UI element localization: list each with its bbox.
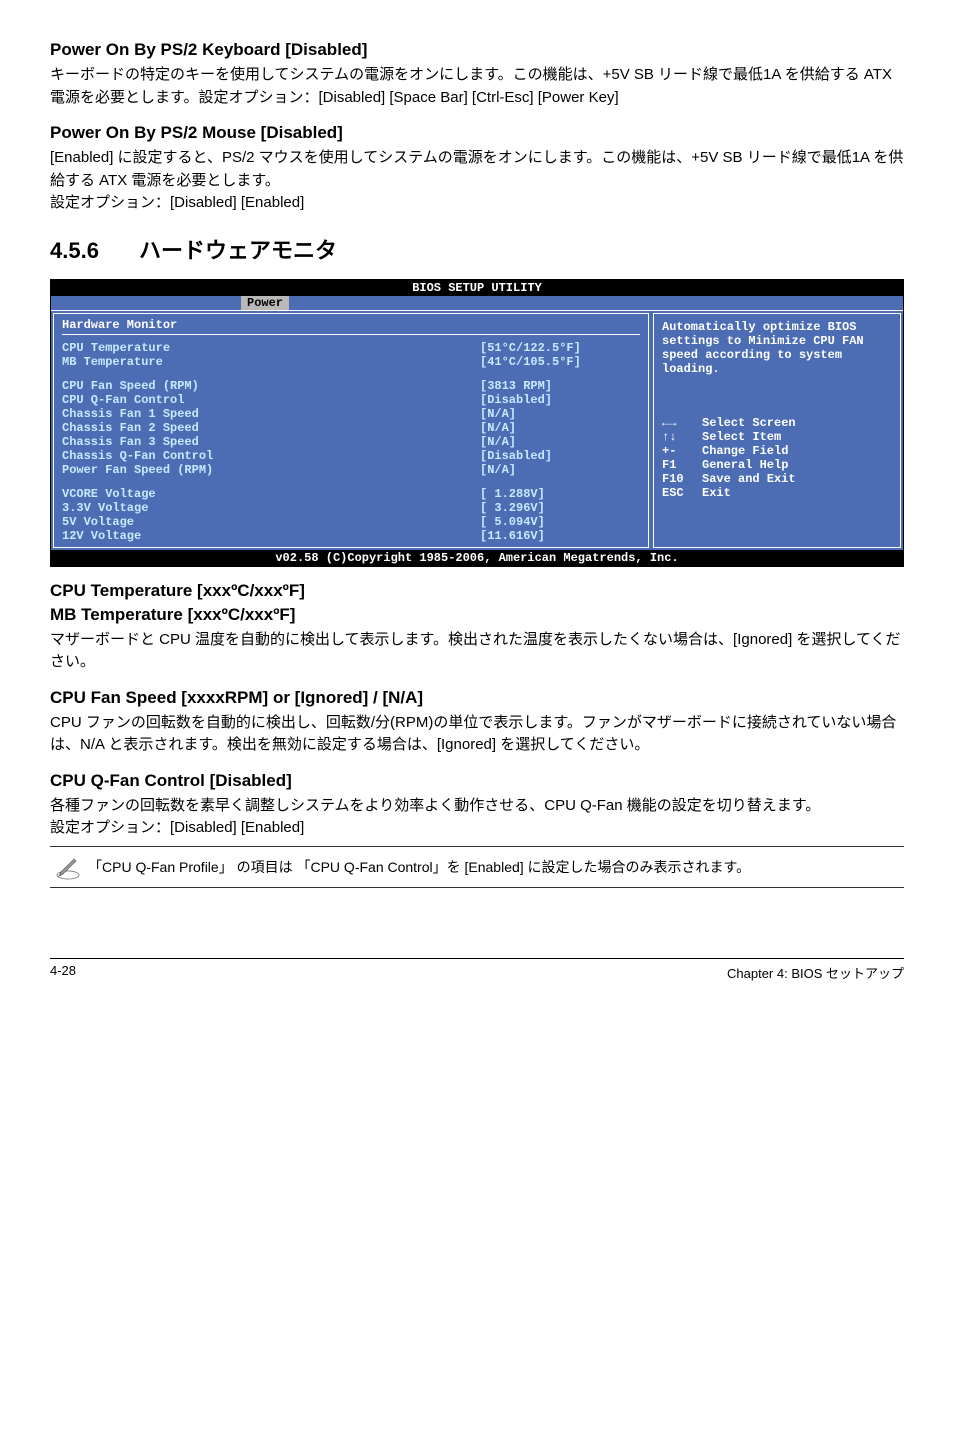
- bios-key-desc: Exit: [702, 486, 731, 500]
- bios-value: [ 3.296V]: [480, 501, 640, 515]
- bios-row: Chassis Fan 1 Speed[N/A]: [62, 407, 640, 421]
- bios-value: [ 1.288V]: [480, 487, 640, 501]
- bios-value: [N/A]: [480, 421, 640, 435]
- bios-key: F1: [662, 458, 702, 472]
- bios-label: 5V Voltage: [62, 515, 480, 529]
- body-text: マザーボードと CPU 温度を自動的に検出して表示します。検出された温度を表示し…: [50, 629, 904, 674]
- bios-key-row: ESCExit: [662, 486, 892, 500]
- section-title: CPU Fan Speed [xxxxRPM] or [Ignored] / […: [50, 688, 904, 708]
- bios-label: Chassis Q-Fan Control: [62, 449, 480, 463]
- note-pencil-icon: [54, 853, 88, 881]
- bios-left-panel: Hardware Monitor CPU Temperature[51°C/12…: [53, 313, 649, 548]
- bios-key-row: ↑↓Select Item: [662, 430, 892, 444]
- body-text: キーボードの特定のキーを使用してシステムの電源をオンにします。この機能は、+5V…: [50, 64, 904, 109]
- bios-value: [51°C/122.5°F]: [480, 341, 640, 355]
- bios-value: [11.616V]: [480, 529, 640, 543]
- body-text: CPU ファンの回転数を自動的に検出し、回転数/分(RPM)の単位で表示します。…: [50, 712, 904, 757]
- bios-value: [41°C/105.5°F]: [480, 355, 640, 369]
- bios-row: Power Fan Speed (RPM)[N/A]: [62, 463, 640, 477]
- bios-label: Chassis Fan 1 Speed: [62, 407, 480, 421]
- section-title: Power On By PS/2 Mouse [Disabled]: [50, 123, 904, 143]
- section-title: MB Temperature [xxxºC/xxxºF]: [50, 605, 904, 625]
- bios-help-text: Automatically optimize BIOS settings to …: [662, 320, 892, 376]
- bios-key: ←→: [662, 416, 702, 430]
- bios-row: 3.3V Voltage[ 3.296V]: [62, 501, 640, 515]
- body-text: 各種ファンの回転数を素早く調整しシステムをより効率よく動作させる、CPU Q-F…: [50, 795, 904, 840]
- bios-label: Chassis Fan 3 Speed: [62, 435, 480, 449]
- heading-456: 4.5.6 ハードウェアモニタ: [50, 233, 904, 265]
- section-title: CPU Temperature [xxxºC/xxxºF]: [50, 581, 904, 601]
- bios-key-row: F1General Help: [662, 458, 892, 472]
- bios-value: [3813 RPM]: [480, 379, 640, 393]
- bios-value: [ 5.094V]: [480, 515, 640, 529]
- bios-key-row: F10Save and Exit: [662, 472, 892, 486]
- bios-value: [N/A]: [480, 435, 640, 449]
- bios-value: [N/A]: [480, 463, 640, 477]
- page-number: 4-28: [50, 963, 76, 982]
- bios-key-desc: Select Screen: [702, 416, 796, 430]
- bios-value: [N/A]: [480, 407, 640, 421]
- bios-key: F10: [662, 472, 702, 486]
- bios-label: CPU Temperature: [62, 341, 480, 355]
- bios-title: BIOS SETUP UTILITY: [51, 280, 903, 296]
- bios-row: CPU Q-Fan Control[Disabled]: [62, 393, 640, 407]
- bios-row: Chassis Q-Fan Control[Disabled]: [62, 449, 640, 463]
- bios-value: [Disabled]: [480, 449, 640, 463]
- bios-row: Chassis Fan 3 Speed[N/A]: [62, 435, 640, 449]
- bios-row: CPU Fan Speed (RPM)[3813 RPM]: [62, 379, 640, 393]
- bios-main: Hardware Monitor CPU Temperature[51°C/12…: [51, 310, 903, 550]
- bios-row: 12V Voltage[11.616V]: [62, 529, 640, 543]
- bios-row: Chassis Fan 2 Speed[N/A]: [62, 421, 640, 435]
- chapter-label: Chapter 4: BIOS セットアップ: [727, 963, 904, 982]
- bios-tabs: Power: [51, 296, 903, 310]
- bios-row: VCORE Voltage[ 1.288V]: [62, 487, 640, 501]
- bios-panel-title: Hardware Monitor: [62, 318, 640, 335]
- bios-row: 5V Voltage[ 5.094V]: [62, 515, 640, 529]
- bios-key-row: ←→Select Screen: [662, 416, 892, 430]
- bios-label: 3.3V Voltage: [62, 501, 480, 515]
- bios-key-desc: Select Item: [702, 430, 781, 444]
- heading-number: 4.5.6: [50, 238, 99, 264]
- bios-label: Power Fan Speed (RPM): [62, 463, 480, 477]
- heading-title: ハードウェアモニタ: [139, 238, 337, 263]
- section-title: Power On By PS/2 Keyboard [Disabled]: [50, 40, 904, 60]
- bios-footer: v02.58 (C)Copyright 1985-2006, American …: [51, 550, 903, 566]
- bios-key-row: +-Change Field: [662, 444, 892, 458]
- bios-label: Chassis Fan 2 Speed: [62, 421, 480, 435]
- body-text: [Enabled] に設定すると、PS/2 マウスを使用してシステムの電源をオン…: [50, 147, 904, 215]
- bios-row: CPU Temperature[51°C/122.5°F]: [62, 341, 640, 355]
- bios-right-panel: Automatically optimize BIOS settings to …: [653, 313, 901, 548]
- bios-key-desc: Change Field: [702, 444, 788, 458]
- bios-label: CPU Q-Fan Control: [62, 393, 480, 407]
- bios-key: ↑↓: [662, 430, 702, 444]
- bios-label: MB Temperature: [62, 355, 480, 369]
- bios-screenshot: BIOS SETUP UTILITY Power Hardware Monito…: [50, 279, 904, 567]
- note-text: 「CPU Q-Fan Profile」 の項目は 「CPU Q-Fan Cont…: [88, 857, 750, 877]
- bios-key-desc: Save and Exit: [702, 472, 796, 486]
- bios-key-help: ←→Select Screen↑↓Select Item+-Change Fie…: [662, 416, 892, 500]
- bios-value: [Disabled]: [480, 393, 640, 407]
- bios-label: CPU Fan Speed (RPM): [62, 379, 480, 393]
- bios-key-desc: General Help: [702, 458, 788, 472]
- bios-label: VCORE Voltage: [62, 487, 480, 501]
- bios-key: ESC: [662, 486, 702, 500]
- note-box: 「CPU Q-Fan Profile」 の項目は 「CPU Q-Fan Cont…: [50, 846, 904, 888]
- bios-key: +-: [662, 444, 702, 458]
- bios-label: 12V Voltage: [62, 529, 480, 543]
- page-footer: 4-28 Chapter 4: BIOS セットアップ: [50, 958, 904, 982]
- bios-tab-power: Power: [241, 296, 289, 310]
- bios-row: MB Temperature[41°C/105.5°F]: [62, 355, 640, 369]
- section-title: CPU Q-Fan Control [Disabled]: [50, 771, 904, 791]
